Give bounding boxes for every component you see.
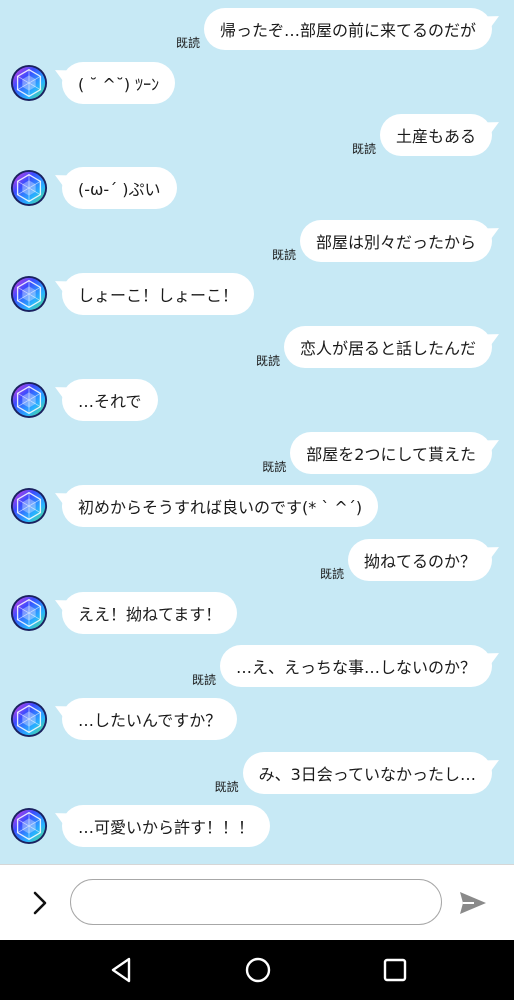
avatar[interactable] <box>10 487 48 525</box>
message-bubble[interactable]: …それで <box>62 379 158 421</box>
avatar[interactable] <box>10 700 48 738</box>
read-receipt: 既読 <box>319 567 344 581</box>
chevron-right-icon[interactable] <box>26 889 54 917</box>
composer-bar <box>0 864 514 941</box>
message-bubble[interactable]: …したいんですか？ <box>62 698 238 740</box>
avatar[interactable] <box>10 594 48 632</box>
avatar[interactable] <box>10 64 48 102</box>
back-icon[interactable] <box>107 956 135 984</box>
home-icon[interactable] <box>244 956 272 984</box>
message-bubble[interactable]: しょーこ！しょーこ！ <box>62 273 255 315</box>
message-bubble[interactable]: 部屋を2つにして貰えた <box>290 432 492 474</box>
avatar[interactable] <box>10 807 48 845</box>
system-navigation-bar <box>0 940 514 1000</box>
message-bubble[interactable]: 帰ったぞ…部屋の前に来てるのだが <box>203 8 492 50</box>
message-bubble[interactable]: ( ˘ ^˘) ﾂｰﾝ <box>62 62 176 104</box>
message-bubble[interactable]: 部屋は別々だったから <box>299 220 492 262</box>
message-bubble[interactable]: …可愛いから許す！！！ <box>62 805 271 847</box>
message-bubble[interactable]: (-ω-´ )ぷい <box>62 167 177 209</box>
chat-area: 帰ったぞ…部屋の前に来てるのだが既読 ( ˘ ^˘) ﾂｰﾝ土産もある既読 <box>0 0 514 862</box>
recents-icon[interactable] <box>381 956 409 984</box>
send-icon[interactable] <box>458 889 488 917</box>
avatar[interactable] <box>10 275 48 313</box>
read-receipt: 既読 <box>351 142 376 156</box>
read-receipt: 既読 <box>191 673 216 687</box>
message-bubble[interactable]: み、3日会っていなかったし… <box>242 752 492 794</box>
message-bubble[interactable]: …え、えっちな事…しないのか？ <box>219 645 492 687</box>
message-bubble[interactable]: 初めからそうすれば良いのです(* ˋ ^´) <box>62 485 379 527</box>
read-receipt: 既読 <box>255 354 280 368</box>
avatar[interactable] <box>10 381 48 419</box>
message-bubble[interactable]: 恋人が居ると話したんだ <box>283 326 492 368</box>
avatar[interactable] <box>10 169 48 207</box>
read-receipt: 既読 <box>175 36 200 50</box>
message-bubble[interactable]: 拗ねてるのか？ <box>347 539 492 581</box>
message-input[interactable] <box>70 879 442 925</box>
read-receipt: 既読 <box>214 780 239 794</box>
read-receipt: 既読 <box>271 248 296 262</box>
read-receipt: 既読 <box>262 460 287 474</box>
message-bubble[interactable]: 土産もある <box>379 114 492 156</box>
message-bubble[interactable]: ええ！拗ねてます！ <box>62 592 238 634</box>
